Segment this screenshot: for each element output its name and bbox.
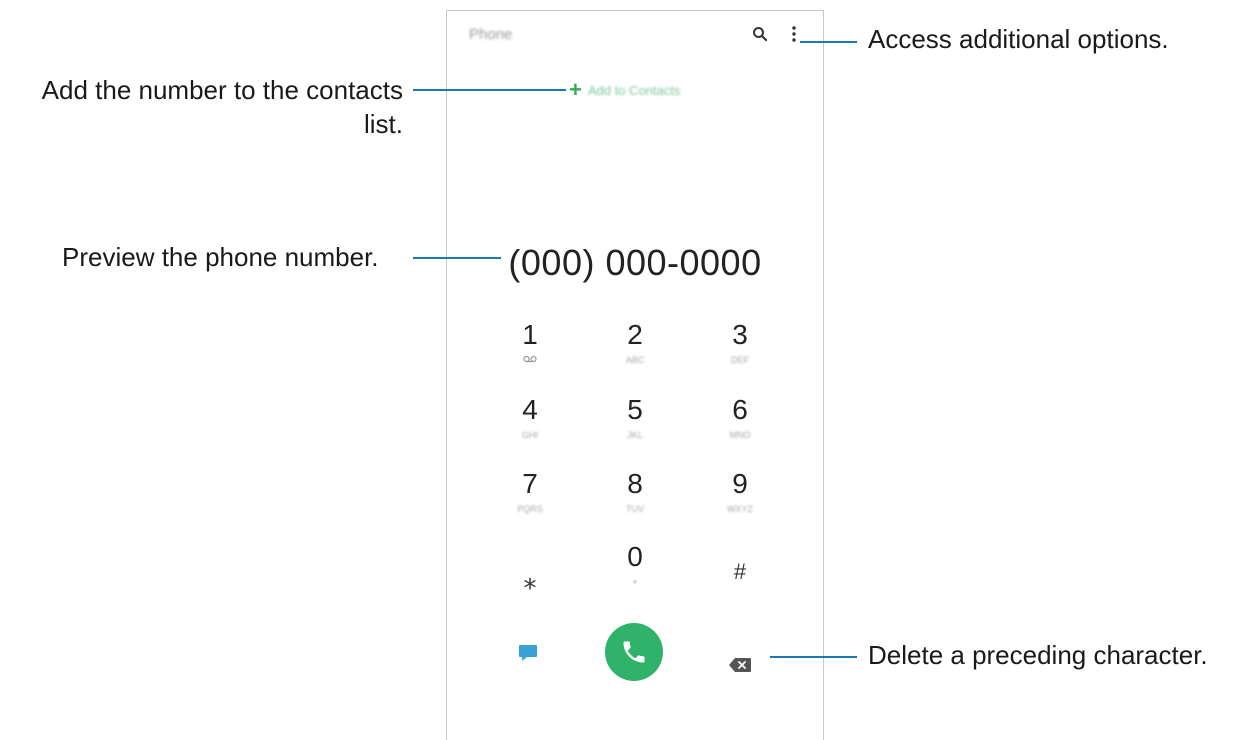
key-digit: 4 [522, 394, 538, 425]
key-hash[interactable]: # [700, 556, 780, 626]
key-letters: MNO [729, 430, 751, 440]
key-digit: 3 [732, 319, 748, 350]
voicemail-icon [490, 355, 570, 365]
key-letters: DEF [731, 355, 749, 365]
phone-number-display[interactable]: (000) 000-0000 [447, 242, 823, 284]
plus-icon: + [569, 77, 582, 102]
add-to-contacts-button[interactable]: + Add to Contacts [569, 78, 680, 102]
key-digit: 9 [732, 468, 748, 499]
key-8[interactable]: 8 TUV [595, 468, 675, 538]
callout-line-options [800, 41, 857, 43]
callout-line-delete [770, 656, 857, 658]
message-icon[interactable] [518, 643, 538, 663]
key-1[interactable]: 1 [490, 319, 570, 389]
key-letters: WXYZ [727, 504, 753, 514]
callout-options: Access additional options. [868, 24, 1169, 54]
key-5[interactable]: 5 JKL [595, 394, 675, 464]
key-0[interactable]: 0 + [595, 541, 675, 611]
key-digit: 6 [732, 394, 748, 425]
key-9[interactable]: 9 WXYZ [700, 468, 780, 538]
key-letters: + [632, 577, 638, 587]
callout-delete: Delete a preceding character. [868, 640, 1208, 670]
key-7[interactable]: 7 PQRS [490, 468, 570, 538]
key-3[interactable]: 3 DEF [700, 319, 780, 389]
key-star[interactable]: ⁎ [490, 564, 570, 634]
key-digit: # [733, 559, 747, 584]
callout-add-contact-line2: list. [364, 109, 403, 139]
app-title: Phone [469, 26, 513, 43]
key-letters: JKL [627, 430, 643, 440]
phone-screen: Phone + Add to Contacts (000) 000-0000 1… [446, 10, 824, 740]
key-2[interactable]: 2 ABC [595, 319, 675, 389]
key-letters: PQRS [517, 504, 543, 514]
key-digit: 2 [627, 319, 643, 350]
key-digit: 7 [522, 468, 538, 499]
callout-add-contact-line1: Add the number to the contacts [41, 75, 403, 105]
add-to-contacts-label: Add to Contacts [587, 82, 681, 98]
key-letters: ABC [625, 355, 645, 365]
key-digit: ⁎ [523, 565, 537, 595]
key-6[interactable]: 6 MNO [700, 394, 780, 464]
key-digit: 1 [522, 319, 538, 350]
callout-line-add-contact [413, 89, 566, 91]
key-letters: TUV [626, 504, 644, 514]
key-digit: 5 [627, 394, 643, 425]
key-digit: 0 [627, 541, 643, 572]
more-options-icon[interactable] [791, 25, 797, 43]
key-letters: GHI [521, 430, 538, 440]
call-button[interactable] [605, 623, 663, 681]
backspace-icon[interactable] [729, 658, 751, 672]
phone-icon [623, 641, 645, 663]
key-digit: 8 [627, 468, 643, 499]
callout-line-preview [413, 257, 501, 259]
key-4[interactable]: 4 GHI [490, 394, 570, 464]
search-icon[interactable] [752, 26, 768, 42]
callout-preview: Preview the phone number. [62, 242, 379, 272]
